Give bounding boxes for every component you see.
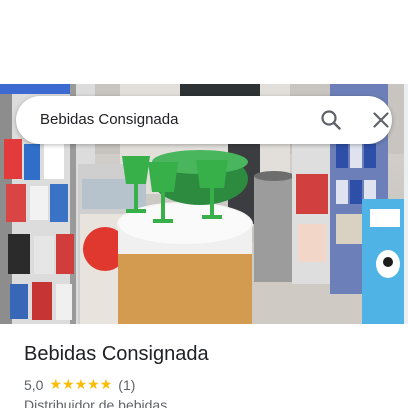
star-icon: ★: [74, 377, 88, 393]
star-rating: ★ ★ ★ ★ ★: [49, 378, 112, 392]
star-icon: ★: [62, 377, 75, 393]
search-icon[interactable]: [319, 108, 343, 132]
scrollbar[interactable]: [404, 84, 408, 324]
place-title: Bebidas Consignada: [24, 343, 209, 365]
star-icon: ★: [99, 377, 113, 393]
star-icon: ★: [87, 377, 100, 393]
rating-value: 5,0: [24, 377, 44, 393]
rating-row[interactable]: 5,0 ★ ★ ★ ★ ★ (1): [24, 376, 135, 394]
search-bar[interactable]: Bebidas Consignada: [16, 96, 392, 144]
close-icon[interactable]: [369, 108, 393, 132]
star-icon: ★: [49, 377, 63, 393]
search-query-text[interactable]: Bebidas Consignada: [40, 111, 178, 128]
review-count[interactable]: (1): [118, 377, 135, 393]
top-blank-area: [0, 0, 408, 84]
place-category: Distribuidor de bebidas: [24, 397, 168, 408]
